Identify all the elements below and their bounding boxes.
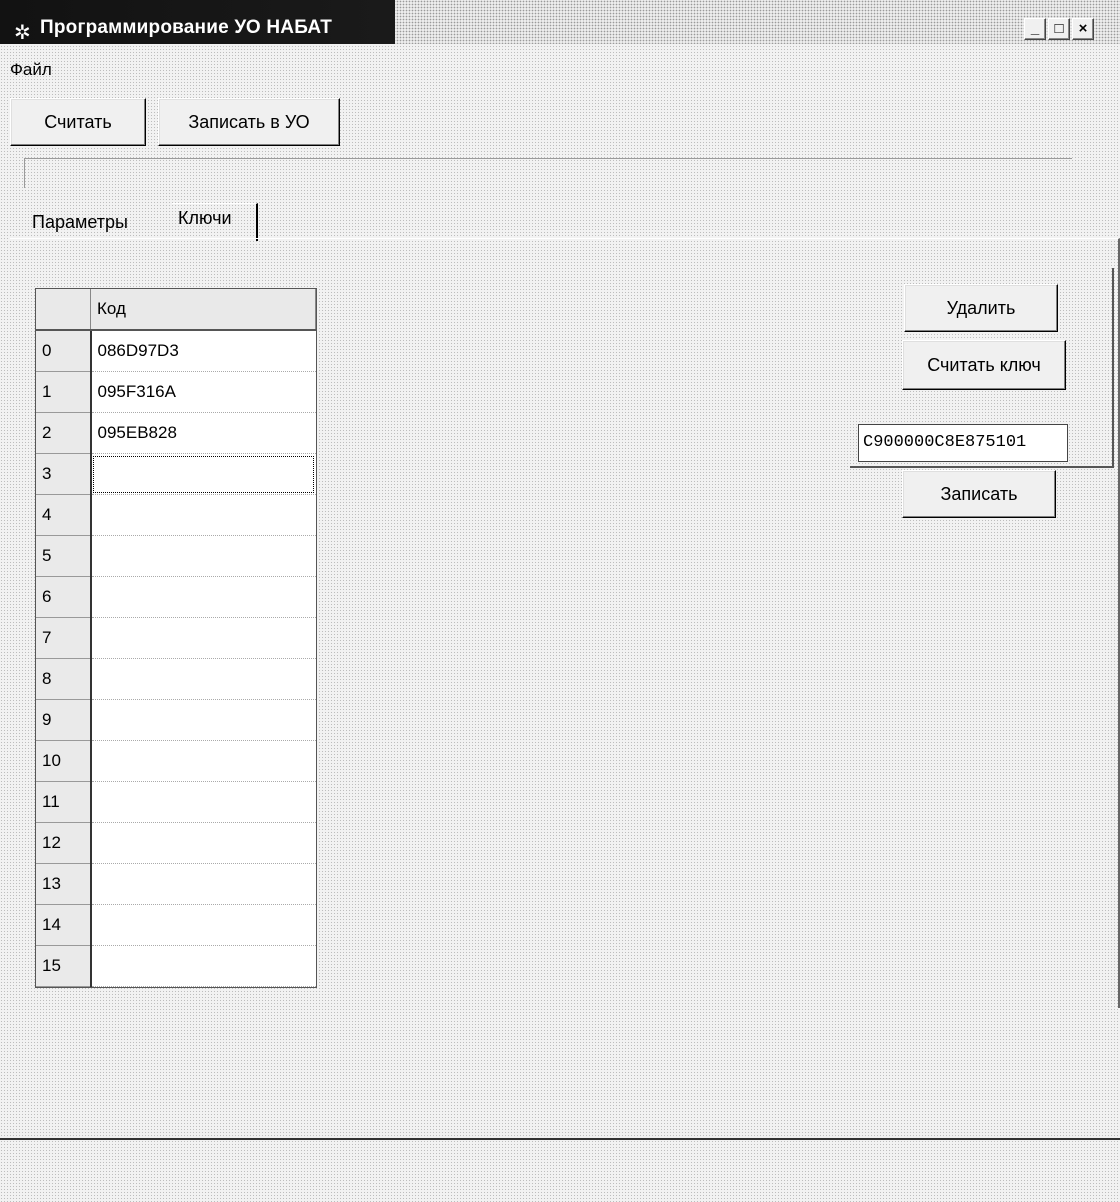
key-code-cell[interactable] xyxy=(90,699,316,741)
row-index: 4 xyxy=(36,494,92,536)
close-button[interactable]: × xyxy=(1072,18,1094,40)
table-row[interactable]: 2 095EB828 xyxy=(36,412,316,454)
key-code-cell[interactable] xyxy=(90,822,316,864)
row-index: 14 xyxy=(36,904,92,946)
window-title: Программирование УО НАБАТ xyxy=(40,17,333,38)
table-row[interactable]: 9 xyxy=(36,699,316,741)
column-header-code: Код xyxy=(90,289,316,331)
menu-file[interactable]: Файл xyxy=(10,60,52,80)
table-row[interactable]: 1 095F316A xyxy=(36,371,316,413)
table-row[interactable]: 12 xyxy=(36,822,316,864)
keys-table: Код 0 086D97D3 1 095F316A 2 095EB828 3 4 5 6 7 8 9 10… xyxy=(35,288,317,988)
row-index: 2 xyxy=(36,412,92,454)
table-row[interactable]: 13 xyxy=(36,863,316,905)
table-row[interactable]: 5 xyxy=(36,535,316,577)
row-index: 10 xyxy=(36,740,92,782)
maximize-button[interactable]: □ xyxy=(1048,18,1070,40)
key-code-cell[interactable] xyxy=(90,494,316,536)
table-row[interactable]: 6 xyxy=(36,576,316,618)
key-code-cell[interactable] xyxy=(90,658,316,700)
row-index: 11 xyxy=(36,781,92,823)
row-index: 13 xyxy=(36,863,92,905)
gear-icon: ✲ xyxy=(14,22,31,44)
row-index: 0 xyxy=(36,330,92,372)
minimize-button[interactable]: _ xyxy=(1024,18,1046,40)
table-row[interactable]: 4 xyxy=(36,494,316,536)
row-index: 15 xyxy=(36,945,92,987)
key-code-input[interactable]: C900000C8E875101 xyxy=(858,424,1068,462)
table-row[interactable]: 7 xyxy=(36,617,316,659)
row-index: 3 xyxy=(36,453,92,495)
table-row[interactable]: 15 xyxy=(36,945,316,987)
table-row[interactable]: 0 086D97D3 xyxy=(36,330,316,372)
key-code-cell[interactable]: 086D97D3 xyxy=(90,330,316,372)
write-to-device-button[interactable]: Записать в УО xyxy=(158,98,340,146)
key-code-cell[interactable] xyxy=(90,576,316,618)
key-code-cell[interactable] xyxy=(90,904,316,946)
key-code-cell[interactable] xyxy=(90,945,316,987)
key-code-cell[interactable] xyxy=(90,535,316,577)
row-index: 6 xyxy=(36,576,92,618)
status-bar-divider xyxy=(0,1138,1120,1140)
table-row[interactable]: 11 xyxy=(36,781,316,823)
key-code-cell[interactable] xyxy=(90,740,316,782)
row-index: 8 xyxy=(36,658,92,700)
key-code-cell[interactable] xyxy=(90,863,316,905)
key-code-cell[interactable]: 095F316A xyxy=(90,371,316,413)
table-row[interactable]: 8 xyxy=(36,658,316,700)
delete-button[interactable]: Удалить xyxy=(904,284,1058,332)
key-code-cell[interactable]: 095EB828 xyxy=(90,412,316,454)
tab-keys[interactable]: Ключи xyxy=(178,208,232,229)
table-row[interactable]: 3 xyxy=(36,453,316,495)
table-row[interactable]: 10 xyxy=(36,740,316,782)
key-code-cell[interactable] xyxy=(90,781,316,823)
key-code-cell[interactable] xyxy=(90,453,316,495)
row-index: 5 xyxy=(36,535,92,577)
status-panel xyxy=(24,158,1072,188)
tab-parameters[interactable]: Параметры xyxy=(32,212,128,233)
table-corner-header xyxy=(36,289,91,331)
row-index: 9 xyxy=(36,699,92,741)
row-index: 12 xyxy=(36,822,92,864)
row-index: 7 xyxy=(36,617,92,659)
table-row[interactable]: 14 xyxy=(36,904,316,946)
read-button[interactable]: Считать xyxy=(10,98,146,146)
key-code-cell[interactable] xyxy=(90,617,316,659)
row-index: 1 xyxy=(36,371,92,413)
write-key-button[interactable]: Записать xyxy=(902,470,1056,518)
read-key-button[interactable]: Считать ключ xyxy=(902,340,1066,390)
